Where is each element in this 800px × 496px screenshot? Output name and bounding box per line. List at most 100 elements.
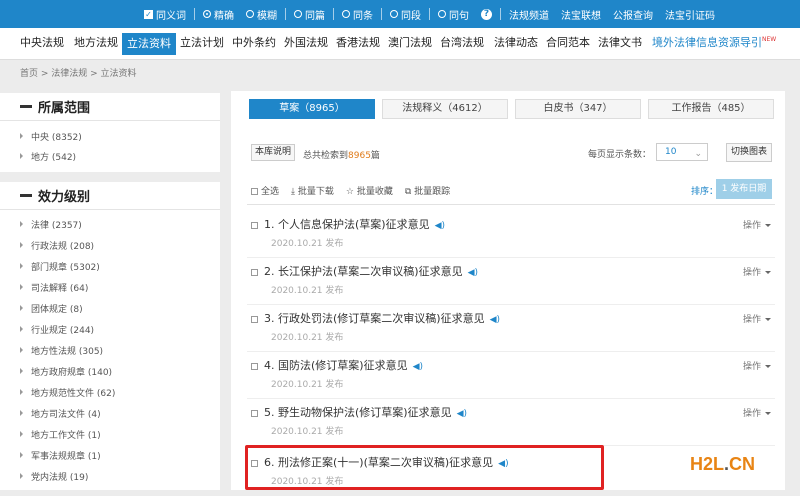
item-title[interactable]: 3. 行政处罚法(修订草案二次审议稿)征求意见 (264, 312, 485, 325)
caret-right-icon (20, 221, 23, 227)
sidebar-item-admin-regulation[interactable]: 行政法规 (208) (20, 239, 94, 252)
speaker-icon[interactable]: ◀) (490, 315, 500, 325)
watermark-logo: H2L.CN (690, 454, 756, 474)
nav-legislative-plan[interactable]: 立法计划 (180, 28, 224, 60)
sidebar-item-group-rules[interactable]: 团体规定 (8) (20, 302, 83, 315)
main-nav: 中央法规 地方法规 立法资料 立法计划 中外条约 外国法规 香港法规 澳门法规 … (0, 28, 800, 60)
nav-treaties[interactable]: 中外条约 (232, 28, 276, 60)
search-options-bar: ✓ 同义词 精确 模糊 同篇 同条 同段 同句 ? 法规频道 法宝联想 公报查询 … (0, 0, 800, 28)
item-title[interactable]: 4. 国防法(修订草案)征求意见 (264, 359, 408, 372)
nav-hongkong-law[interactable]: 香港法规 (336, 28, 380, 60)
tab-draft[interactable]: 草案（8965） (249, 99, 375, 119)
new-badge: NEW (762, 36, 777, 43)
sort-select[interactable]: 1 发布日期 (716, 179, 772, 199)
sidebar-item-central[interactable]: 中央 (8352) (20, 130, 82, 143)
speaker-icon[interactable]: ◀) (413, 362, 423, 372)
download-icon: ⤓ (291, 187, 298, 197)
sidebar-item-dept-rules[interactable]: 部门规章 (5302) (20, 260, 100, 273)
track-icon: ⧉ (404, 187, 415, 197)
caret-down-icon (765, 271, 771, 274)
item-actions[interactable]: 操作 (743, 359, 771, 372)
sidebar-level-panel: 效力级别 法律 (2357) 行政法规 (208) 部门规章 (5302) 司法… (0, 182, 220, 490)
fuzzy-radio[interactable]: 模糊 (240, 7, 283, 22)
nav-foreign-resources[interactable]: 境外法律信息资源导引NEW (652, 28, 776, 60)
option-same-sentence[interactable]: 同句 (432, 7, 475, 22)
sidebar-item-law[interactable]: 法律 (2357) (20, 218, 82, 231)
breadcrumb: 首页 > 法律法规 > 立法资料 (20, 69, 137, 79)
nav-central-law[interactable]: 中央法规 (20, 28, 64, 60)
sidebar-item-local-law[interactable]: 地方性法规 (305) (20, 344, 103, 357)
item-date: 2020.10.21 发布 (271, 286, 344, 296)
checkbox-icon[interactable] (251, 316, 258, 323)
sidebar-item-industry[interactable]: 行业规定 (244) (20, 323, 94, 336)
item-actions[interactable]: 操作 (743, 312, 771, 325)
sidebar-item-local-judicial[interactable]: 地方司法文件 (4) (20, 407, 101, 420)
nav-taiwan-law[interactable]: 台湾法规 (440, 28, 484, 60)
select-all-checkbox[interactable]: 全选 (251, 184, 279, 197)
caret-right-icon (20, 305, 23, 311)
nav-contract-templates[interactable]: 合同范本 (546, 28, 590, 60)
caret-right-icon (20, 153, 23, 159)
nav-local-law[interactable]: 地方法规 (74, 28, 118, 60)
list-item[interactable]: 3. 行政处罚法(修订草案二次审议稿)征求意见 ◀) 2020.10.21 发布 … (247, 306, 775, 352)
checkbox-icon: ✓ (144, 9, 153, 19)
sidebar-item-local-work[interactable]: 地方工作文件 (1) (20, 428, 101, 441)
link-association[interactable]: 法宝联想 (555, 7, 607, 22)
nav-legal-documents[interactable]: 法律文书 (598, 28, 642, 60)
switch-chart-button[interactable]: 切换图表 (726, 143, 772, 162)
link-channel[interactable]: 法规频道 (503, 7, 555, 22)
library-description-button[interactable]: 本库说明 (251, 144, 295, 161)
synonym-toggle[interactable]: ✓ 同义词 (138, 7, 192, 22)
caret-right-icon (20, 326, 23, 332)
exact-radio[interactable]: 精确 (197, 7, 240, 22)
link-gazette[interactable]: 公报查询 (607, 7, 659, 22)
batch-track-button[interactable]: ⧉ 批量跟踪 (405, 184, 450, 197)
link-citation-code[interactable]: 法宝引证码 (659, 7, 721, 22)
option-same-article[interactable]: 同篇 (288, 7, 331, 22)
item-actions[interactable]: 操作 (743, 218, 771, 231)
item-title[interactable]: 2. 长江保护法(草案二次审议稿)征求意见 (264, 265, 463, 278)
item-title[interactable]: 1. 个人信息保护法(草案)征求意见 (264, 218, 430, 231)
batch-download-button[interactable]: ⤓ 批量下载 (291, 184, 334, 197)
item-actions[interactable]: 操作 (743, 406, 771, 419)
caret-right-icon (20, 347, 23, 353)
tab-interpretation[interactable]: 法规释义（4612） (382, 99, 508, 119)
option-same-clause[interactable]: 同条 (336, 7, 379, 22)
dash-icon (20, 105, 32, 108)
checkbox-icon[interactable] (251, 410, 258, 417)
sort-label: 排序： (691, 187, 719, 197)
sidebar-item-party[interactable]: 党内法规 (19) (20, 470, 88, 483)
item-title[interactable]: 5. 野生动物保护法(修订草案)征求意见 (264, 406, 452, 419)
tab-whitepaper[interactable]: 白皮书（347） (515, 99, 641, 119)
item-date: 2020.10.21 发布 (271, 380, 344, 390)
item-actions[interactable]: 操作 (743, 265, 771, 278)
speaker-icon[interactable]: ◀) (435, 221, 445, 231)
sidebar-item-local-normative[interactable]: 地方规范性文件 (62) (20, 386, 115, 399)
sidebar-item-local[interactable]: 地方 (542) (20, 150, 76, 163)
checkbox-icon[interactable] (251, 363, 258, 370)
chevron-down-icon: ⌄ (694, 149, 702, 159)
list-item[interactable]: 4. 国防法(修订草案)征求意见 ◀) 2020.10.21 发布 操作 (247, 353, 775, 399)
nav-foreign-law[interactable]: 外国法规 (284, 28, 328, 60)
item-date: 2020.10.21 发布 (271, 239, 344, 249)
sidebar-item-military[interactable]: 军事法规规章 (1) (20, 449, 101, 462)
list-item[interactable]: 5. 野生动物保护法(修订草案)征求意见 ◀) 2020.10.21 发布 操作 (247, 400, 775, 446)
tab-work-report[interactable]: 工作报告（485） (648, 99, 774, 119)
sidebar-item-judicial[interactable]: 司法解释 (64) (20, 281, 88, 294)
radio-off-icon (294, 10, 302, 18)
option-same-paragraph[interactable]: 同段 (384, 7, 427, 22)
speaker-icon[interactable]: ◀) (457, 409, 467, 419)
speaker-icon[interactable]: ◀) (468, 268, 478, 278)
list-item[interactable]: 2. 长江保护法(草案二次审议稿)征求意见 ◀) 2020.10.21 发布 操作 (247, 259, 775, 305)
batch-favorite-button[interactable]: ☆ 批量收藏 (346, 184, 393, 197)
nav-legal-news[interactable]: 法律动态 (494, 28, 538, 60)
caret-down-icon (765, 365, 771, 368)
nav-macau-law[interactable]: 澳门法规 (388, 28, 432, 60)
checkbox-icon[interactable] (251, 222, 258, 229)
checkbox-icon[interactable] (251, 269, 258, 276)
nav-legislative-material[interactable]: 立法资料 (122, 33, 176, 55)
help-icon[interactable]: ? (475, 8, 498, 20)
per-page-select[interactable]: 10 ⌄ (656, 143, 708, 161)
list-item[interactable]: 1. 个人信息保护法(草案)征求意见 ◀) 2020.10.21 发布 操作 (247, 212, 775, 258)
sidebar-item-local-gov-rules[interactable]: 地方政府规章 (140) (20, 365, 112, 378)
